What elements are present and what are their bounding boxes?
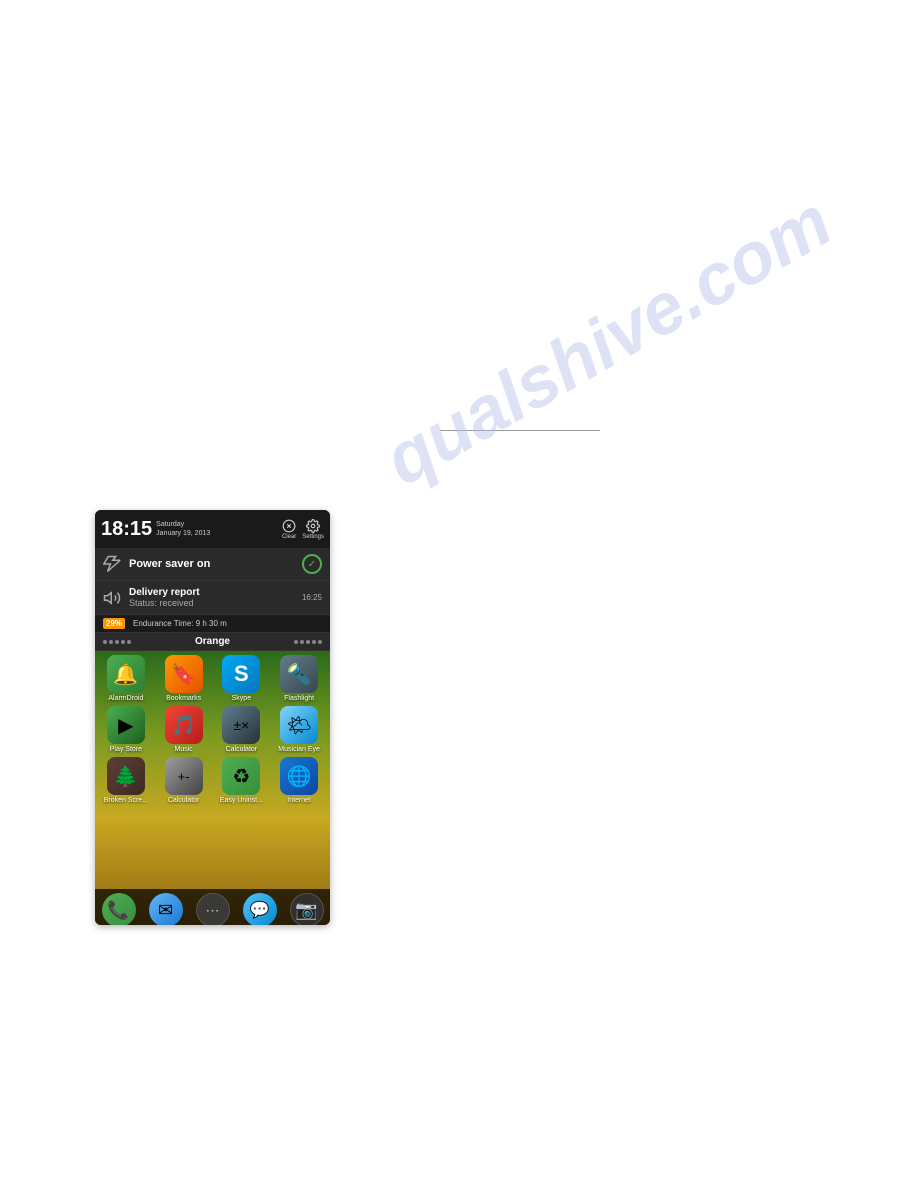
carrier-name: Orange [195, 636, 230, 647]
delivery-icon [103, 589, 121, 607]
battery-bar: 29% Endurance Time: 9 h 30 m [95, 615, 330, 633]
home-screen: 🔔 AlarmDroid 🔖 Bookmarks S Skype 🔦 Flash… [95, 651, 330, 925]
clear-button[interactable]: Clear [282, 519, 296, 540]
music-icon: 🎵 [165, 706, 203, 744]
app-alarmdroid[interactable]: 🔔 AlarmDroid [99, 655, 153, 702]
battery-percent: 29% [103, 618, 125, 629]
playstore-icon: ▶ [107, 706, 145, 744]
phone-mockup: 18:15 Saturday January 19, 2013 Clear [95, 510, 330, 925]
app-calculator2-label: Calculator [168, 797, 200, 804]
battery-endurance: Endurance Time: 9 h 30 m [133, 619, 227, 628]
watermark-text: qualshive.com [371, 180, 845, 501]
delivery-report-notification[interactable]: Delivery report Status: received 16:25 [95, 581, 330, 615]
app-musician-eye[interactable]: 🌤 Musician Eye [272, 706, 326, 753]
power-saver-notification[interactable]: Power saver on [95, 548, 330, 581]
delivery-title: Delivery report [129, 587, 294, 598]
bookmarks-icon: 🔖 [165, 655, 203, 693]
calculator-icon: ±× [222, 706, 260, 744]
power-saver-checkmark [302, 554, 322, 574]
app-flashlight[interactable]: 🔦 Flashlight [272, 655, 326, 702]
bottom-dock: 📞 ✉ ⋯ 💬 📷 [95, 889, 330, 925]
app-calculator2[interactable]: +- Calculator [157, 757, 211, 804]
app-playstore-label: Play Store [110, 746, 142, 753]
app-musician-eye-label: Musician Eye [278, 746, 320, 753]
app-internet[interactable]: 🌐 Internet [272, 757, 326, 804]
skype-icon: S [222, 655, 260, 693]
dock-camera[interactable]: 📷 [290, 893, 324, 925]
delivery-time: 16:25 [302, 593, 322, 602]
app-skype-label: Skype [232, 695, 251, 702]
alarm-icon: 🔔 [107, 655, 145, 693]
flashlight-icon: 🔦 [280, 655, 318, 693]
power-saver-icon [103, 555, 121, 573]
dock-phone[interactable]: 📞 [102, 893, 136, 925]
delivery-content: Delivery report Status: received [129, 587, 294, 608]
settings-label: Settings [302, 534, 324, 540]
dock-messages[interactable]: 💬 [243, 893, 277, 925]
app-flashlight-label: Flashlight [284, 695, 314, 702]
carrier-bar: Orange [95, 633, 330, 651]
musician-eye-icon: 🌤 [280, 706, 318, 744]
carrier-dots-right [294, 640, 322, 644]
power-saver-text: Power saver on [129, 558, 294, 570]
calculator2-icon: +- [165, 757, 203, 795]
status-day: Saturday [156, 520, 210, 529]
app-broken-screen-label: Broken Scre... [104, 797, 148, 804]
status-date: January 19, 2013 [156, 529, 210, 538]
app-calculator[interactable]: ±× Calculator [215, 706, 269, 753]
easy-uninstall-icon: ♻ [222, 757, 260, 795]
status-bar: 18:15 Saturday January 19, 2013 Clear [95, 510, 330, 548]
internet-icon: 🌐 [280, 757, 318, 795]
app-easy-uninstall[interactable]: ♻ Easy Uninst... [215, 757, 269, 804]
app-grid: 🔔 AlarmDroid 🔖 Bookmarks S Skype 🔦 Flash… [95, 651, 330, 808]
app-bookmarks[interactable]: 🔖 Bookmarks [157, 655, 211, 702]
app-music[interactable]: 🎵 Music [157, 706, 211, 753]
app-easy-uninstall-label: Easy Uninst... [220, 797, 263, 804]
app-playstore[interactable]: ▶ Play Store [99, 706, 153, 753]
clear-label: Clear [282, 534, 296, 540]
dock-apps[interactable]: ⋯ [196, 893, 230, 925]
app-skype[interactable]: S Skype [215, 655, 269, 702]
status-time: 18:15 [101, 519, 152, 539]
dock-mail[interactable]: ✉ [149, 893, 183, 925]
app-internet-label: Internet [287, 797, 311, 804]
app-alarmdroid-label: AlarmDroid [108, 695, 143, 702]
app-broken-screen[interactable]: 🌲 Broken Scre... [99, 757, 153, 804]
carrier-dots-left [103, 640, 131, 644]
app-music-label: Music [174, 746, 192, 753]
broken-screen-icon: 🌲 [107, 757, 145, 795]
settings-button[interactable]: Settings [302, 519, 324, 540]
delivery-subtitle: Status: received [129, 598, 294, 608]
app-bookmarks-label: Bookmarks [166, 695, 201, 702]
app-calculator-label: Calculator [226, 746, 258, 753]
divider-line [440, 430, 600, 431]
